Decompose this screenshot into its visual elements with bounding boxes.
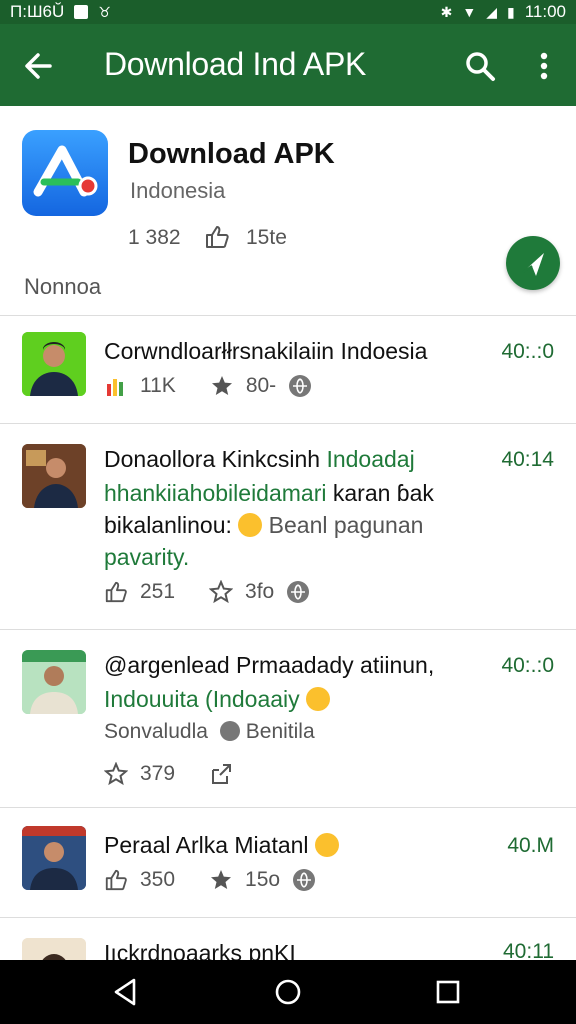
avatar [22, 826, 86, 890]
view-count: 11K [140, 374, 176, 397]
clock: 11:00 [524, 2, 566, 21]
app-logo-icon[interactable] [22, 130, 108, 216]
avatar [22, 444, 86, 508]
globe-icon[interactable] [286, 580, 310, 604]
like-count: 251 [140, 580, 176, 603]
smile-emoji-icon [306, 687, 331, 711]
signal-icon: ◢ [486, 4, 497, 20]
vibrate-icon: ♉ [98, 4, 111, 20]
like-count: 350 [140, 868, 176, 891]
person-avatar [22, 826, 86, 890]
post-text: Corwndloarłłrsnakilaiin Indoesia [104, 338, 428, 364]
navigation-bar [0, 960, 576, 1024]
post-text-line-1: Donaollora Kinkcsinh Indoadaj [104, 446, 415, 473]
list-item[interactable]: @argenlead Prmaadady atiinun, Indouuita … [0, 630, 576, 808]
download-count: 1 382 [128, 226, 181, 249]
post-subtext: Sonvaludla Benitila [104, 720, 315, 744]
person-avatar [22, 332, 86, 396]
star-icon[interactable] [210, 374, 234, 398]
send-icon [522, 253, 544, 276]
status-right: ✱ ▼ ◢ ▮ 11:00 [441, 2, 566, 22]
avatar [22, 650, 86, 714]
post-text-green[interactable]: Indoadaj [326, 446, 414, 472]
share-button[interactable] [506, 236, 560, 290]
star-outline-icon[interactable] [104, 762, 128, 786]
wifi-icon: ▼ [462, 4, 477, 20]
post-meta: 350 15o [104, 868, 316, 892]
post-time: 40:.:0 [501, 654, 554, 677]
avatar [22, 938, 86, 960]
post-text-line-3: bikalanlinou: Beanl pagunan [104, 512, 423, 539]
post-meta: 11K 80- [104, 374, 312, 398]
like-count: 15te [246, 226, 287, 249]
post-text-green[interactable]: hhankiiahobileidamari [104, 480, 326, 506]
post-meta: 251 3fo [104, 580, 310, 604]
thumbs-up-icon[interactable] [104, 580, 128, 604]
star-count: 379 [140, 762, 176, 785]
post-text-black: bikalanlinou: [104, 512, 232, 538]
star-count: 3fo [245, 580, 275, 603]
app-logo-glyph [33, 145, 98, 197]
star-count: 80- [245, 374, 277, 397]
post-subtext-b: Benitila [245, 720, 315, 743]
post-text: @argenlead Prmaadady atiinun, [104, 652, 435, 678]
post-text-line-2: hhankiiahobileidamari karan ɓak [104, 480, 434, 507]
star-count: 15o [245, 868, 281, 891]
star-icon[interactable] [209, 868, 233, 892]
list-item[interactable]: Iıckrdnoaarks pnKI 40:11 [0, 918, 576, 960]
more-options-icon[interactable] [528, 46, 560, 86]
star-icon[interactable] [209, 580, 234, 604]
app-region: Indonesia [130, 178, 226, 203]
status-bar: П:Ш6Ŭ ♉ ✱ ▼ ◢ ▮ 11:00 [0, 0, 576, 24]
thumbs-up-icon[interactable] [104, 868, 128, 892]
post-time: 40.M [507, 834, 554, 857]
app-bar-title: Download Ind APK [104, 46, 367, 82]
smile-emoji-icon [314, 833, 339, 857]
post-time: 40:14 [501, 448, 554, 471]
post-text-black: karan ɓak [326, 480, 434, 506]
share-box-icon[interactable] [209, 762, 233, 786]
avatar [22, 332, 86, 396]
person-avatar [22, 938, 86, 960]
battery-icon: ▮ [507, 4, 515, 20]
post-time: 40:11 [503, 940, 554, 960]
post-text-gray: Beanl pagunan [262, 512, 424, 538]
list-item[interactable]: Peraal Arlka Miatanl 40.M 350 15o [0, 808, 576, 918]
thumbs-up-icon[interactable] [204, 224, 230, 250]
globe-icon[interactable] [292, 868, 316, 892]
post-text-span: Peraal Arlka Miatanl [104, 832, 309, 858]
back-triangle-icon[interactable] [106, 974, 146, 1010]
person-avatar [22, 650, 86, 714]
status-text: П:Ш6Ŭ [10, 2, 65, 21]
recents-square-icon[interactable] [428, 974, 468, 1010]
post-text: Iıckrdnoaarks pnKI [104, 940, 296, 960]
post-subtext-a: Sonvaludla [104, 720, 208, 743]
chart-emoji-icon [107, 379, 123, 396]
notification-icon [74, 5, 89, 19]
person-avatar [22, 444, 86, 508]
app-bar: Download Ind APK [0, 24, 576, 128]
status-left: П:Ш6Ŭ ♉ [10, 2, 111, 22]
post-text-green-span[interactable]: Indouuita (Indoaaiy [104, 686, 300, 712]
smile-emoji-icon [238, 513, 263, 537]
globe-small-icon [219, 721, 240, 741]
bluetooth-icon: ✱ [440, 4, 453, 20]
home-circle-icon[interactable] [268, 974, 308, 1010]
post-text: Peraal Arlka Miatanl [104, 832, 339, 859]
app-name: Download APK [128, 138, 335, 170]
post-text-line-4[interactable]: pavarity. [104, 544, 189, 571]
post-text-green[interactable]: Indouuita (Indoaaiy [104, 686, 331, 713]
back-arrow-icon[interactable] [20, 46, 60, 86]
search-icon[interactable] [460, 46, 500, 86]
globe-icon[interactable] [288, 374, 312, 398]
post-time: 40:.:0 [501, 340, 554, 363]
post-text-black: Donaollora Kinkcsinh [104, 446, 327, 472]
list-item[interactable]: Donaollora Kinkcsinh Indoadaj hhankiiaho… [0, 424, 576, 630]
app-header: Download APK Indonesia 1 382 15te Nonnoa [0, 106, 576, 316]
list-item[interactable]: Corwndloarłłrsnakilaiin Indoesia 40:.:0 … [0, 316, 576, 424]
section-label: Nonnoa [24, 274, 102, 299]
post-meta: 379 [104, 762, 233, 786]
